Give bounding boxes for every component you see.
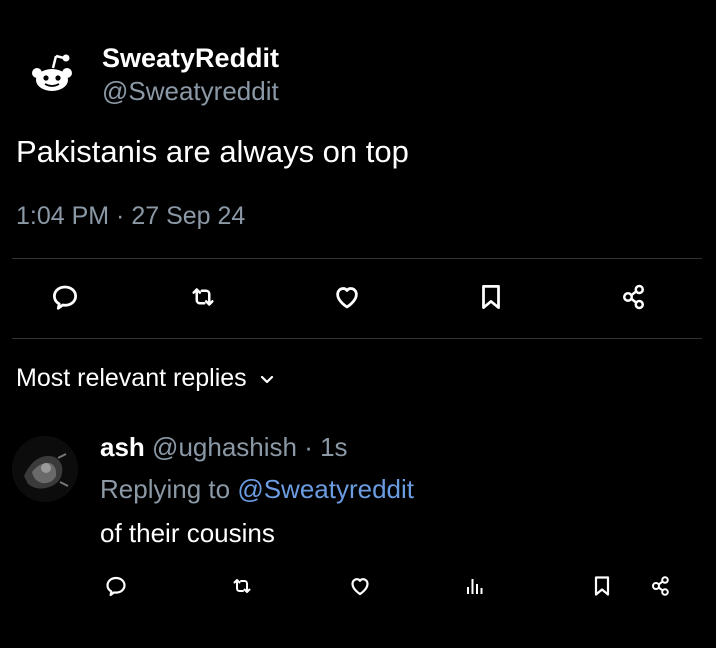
author-display-name[interactable]: SweatyReddit <box>102 42 279 74</box>
divider <box>12 338 702 339</box>
retweet-icon[interactable] <box>186 280 220 314</box>
reply-header: ash @ughashish · 1s <box>100 432 348 463</box>
replying-to-label: Replying to <box>100 474 231 504</box>
replying-to: Replying to @Sweatyreddit <box>100 474 414 505</box>
divider <box>12 258 702 259</box>
views-icon[interactable] <box>460 572 488 600</box>
tweet-screen: SweatyReddit @Sweatyreddit Pakistanis ar… <box>0 0 716 648</box>
reddit-alien-icon[interactable] <box>22 42 82 102</box>
replying-to-mention[interactable]: @Sweatyreddit <box>237 474 414 504</box>
author-handle[interactable]: @Sweatyreddit <box>102 74 279 108</box>
bookmark-icon[interactable] <box>474 280 508 314</box>
reply-handle-time[interactable]: @ughashish · 1s <box>152 432 348 462</box>
retweet-icon[interactable] <box>228 572 256 600</box>
like-icon[interactable] <box>346 572 374 600</box>
chevron-down-icon <box>260 375 273 383</box>
reply-text: of their cousins <box>100 518 275 548</box>
reply-avatar[interactable] <box>12 436 78 502</box>
share-icon[interactable] <box>646 572 674 600</box>
bookmark-icon[interactable] <box>588 572 616 600</box>
author-block: SweatyReddit @Sweatyreddit <box>102 42 279 108</box>
replies-header-label: Most relevant replies <box>16 364 247 392</box>
tweet-header: SweatyReddit @Sweatyreddit <box>22 42 279 106</box>
like-icon[interactable] <box>330 280 364 314</box>
reply-icon[interactable] <box>48 280 82 314</box>
tweet-text: Pakistanis are always on top <box>16 134 409 169</box>
reply-author-name[interactable]: ash <box>100 432 145 462</box>
reply-icon[interactable] <box>102 572 130 600</box>
share-icon[interactable] <box>616 280 650 314</box>
replies-sort-dropdown[interactable]: Most relevant replies <box>16 364 275 393</box>
tweet-timestamp[interactable]: 1:04 PM · 27 Sep 24 <box>16 202 245 231</box>
